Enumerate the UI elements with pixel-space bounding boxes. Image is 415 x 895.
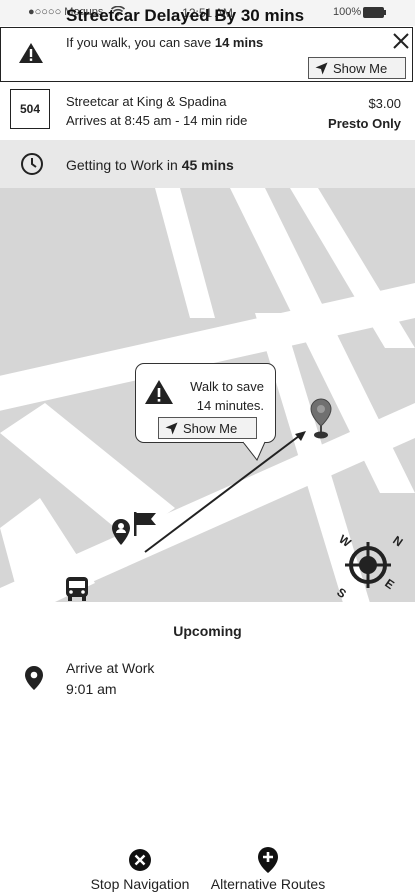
route-arrival: Arrives at 8:45 am - 14 min ride — [66, 113, 248, 128]
stop-navigation-button[interactable]: Stop Navigation — [80, 846, 200, 892]
map-pin-icon — [25, 666, 43, 690]
alternative-routes-button[interactable]: Alternative Routes — [200, 844, 336, 892]
route-vehicle-stop: Streetcar at King & Spadina — [66, 94, 227, 109]
destination-pin-icon[interactable] — [308, 398, 334, 440]
upcoming-item-title: Arrive at Work — [66, 660, 155, 676]
compass-east: E — [382, 576, 397, 592]
compass-icon[interactable]: N E S W — [330, 528, 410, 602]
close-circle-icon — [129, 849, 151, 871]
walking-route-line — [144, 431, 306, 553]
clock-icon — [21, 153, 43, 175]
trip-duration-text: Getting to Work in 45 mins — [66, 157, 234, 173]
flag-icon — [134, 512, 156, 536]
callout-show-me-label: Show Me — [183, 421, 238, 436]
alert-show-me-button[interactable]: Show Me — [308, 57, 406, 79]
navigation-arrow-icon — [165, 422, 178, 435]
callout-show-me-button[interactable]: Show Me — [158, 417, 257, 439]
compass-west: W — [336, 532, 354, 550]
battery-icon — [363, 7, 386, 18]
stop-navigation-label: Stop Navigation — [90, 876, 190, 892]
navigation-arrow-icon — [315, 62, 328, 75]
callout-message: Walk to save 14 minutes. — [190, 379, 264, 413]
upcoming-item-time: 9:01 am — [66, 681, 117, 697]
fare-note: Presto Only — [328, 116, 401, 131]
bus-icon — [66, 577, 88, 601]
callout-pointer — [243, 441, 266, 461]
battery-percent: 100% — [333, 6, 362, 18]
close-icon[interactable] — [390, 30, 412, 52]
user-location-pin-icon — [112, 519, 130, 545]
alert-title: Streetcar Delayed By 30 mins — [66, 6, 305, 25]
upcoming-heading: Upcoming — [173, 623, 242, 639]
compass-south: S — [334, 585, 349, 601]
warning-triangle-icon — [19, 43, 43, 63]
compass-north: N — [390, 533, 405, 549]
route-number-badge: 504 — [10, 89, 50, 129]
fare-price: $3.00 — [368, 96, 401, 111]
alert-show-me-label: Show Me — [333, 61, 388, 76]
alternative-routes-label: Alternative Routes — [210, 876, 326, 892]
add-location-icon — [258, 847, 278, 873]
alert-subtitle: If you walk, you can save 14 mins — [66, 35, 264, 50]
